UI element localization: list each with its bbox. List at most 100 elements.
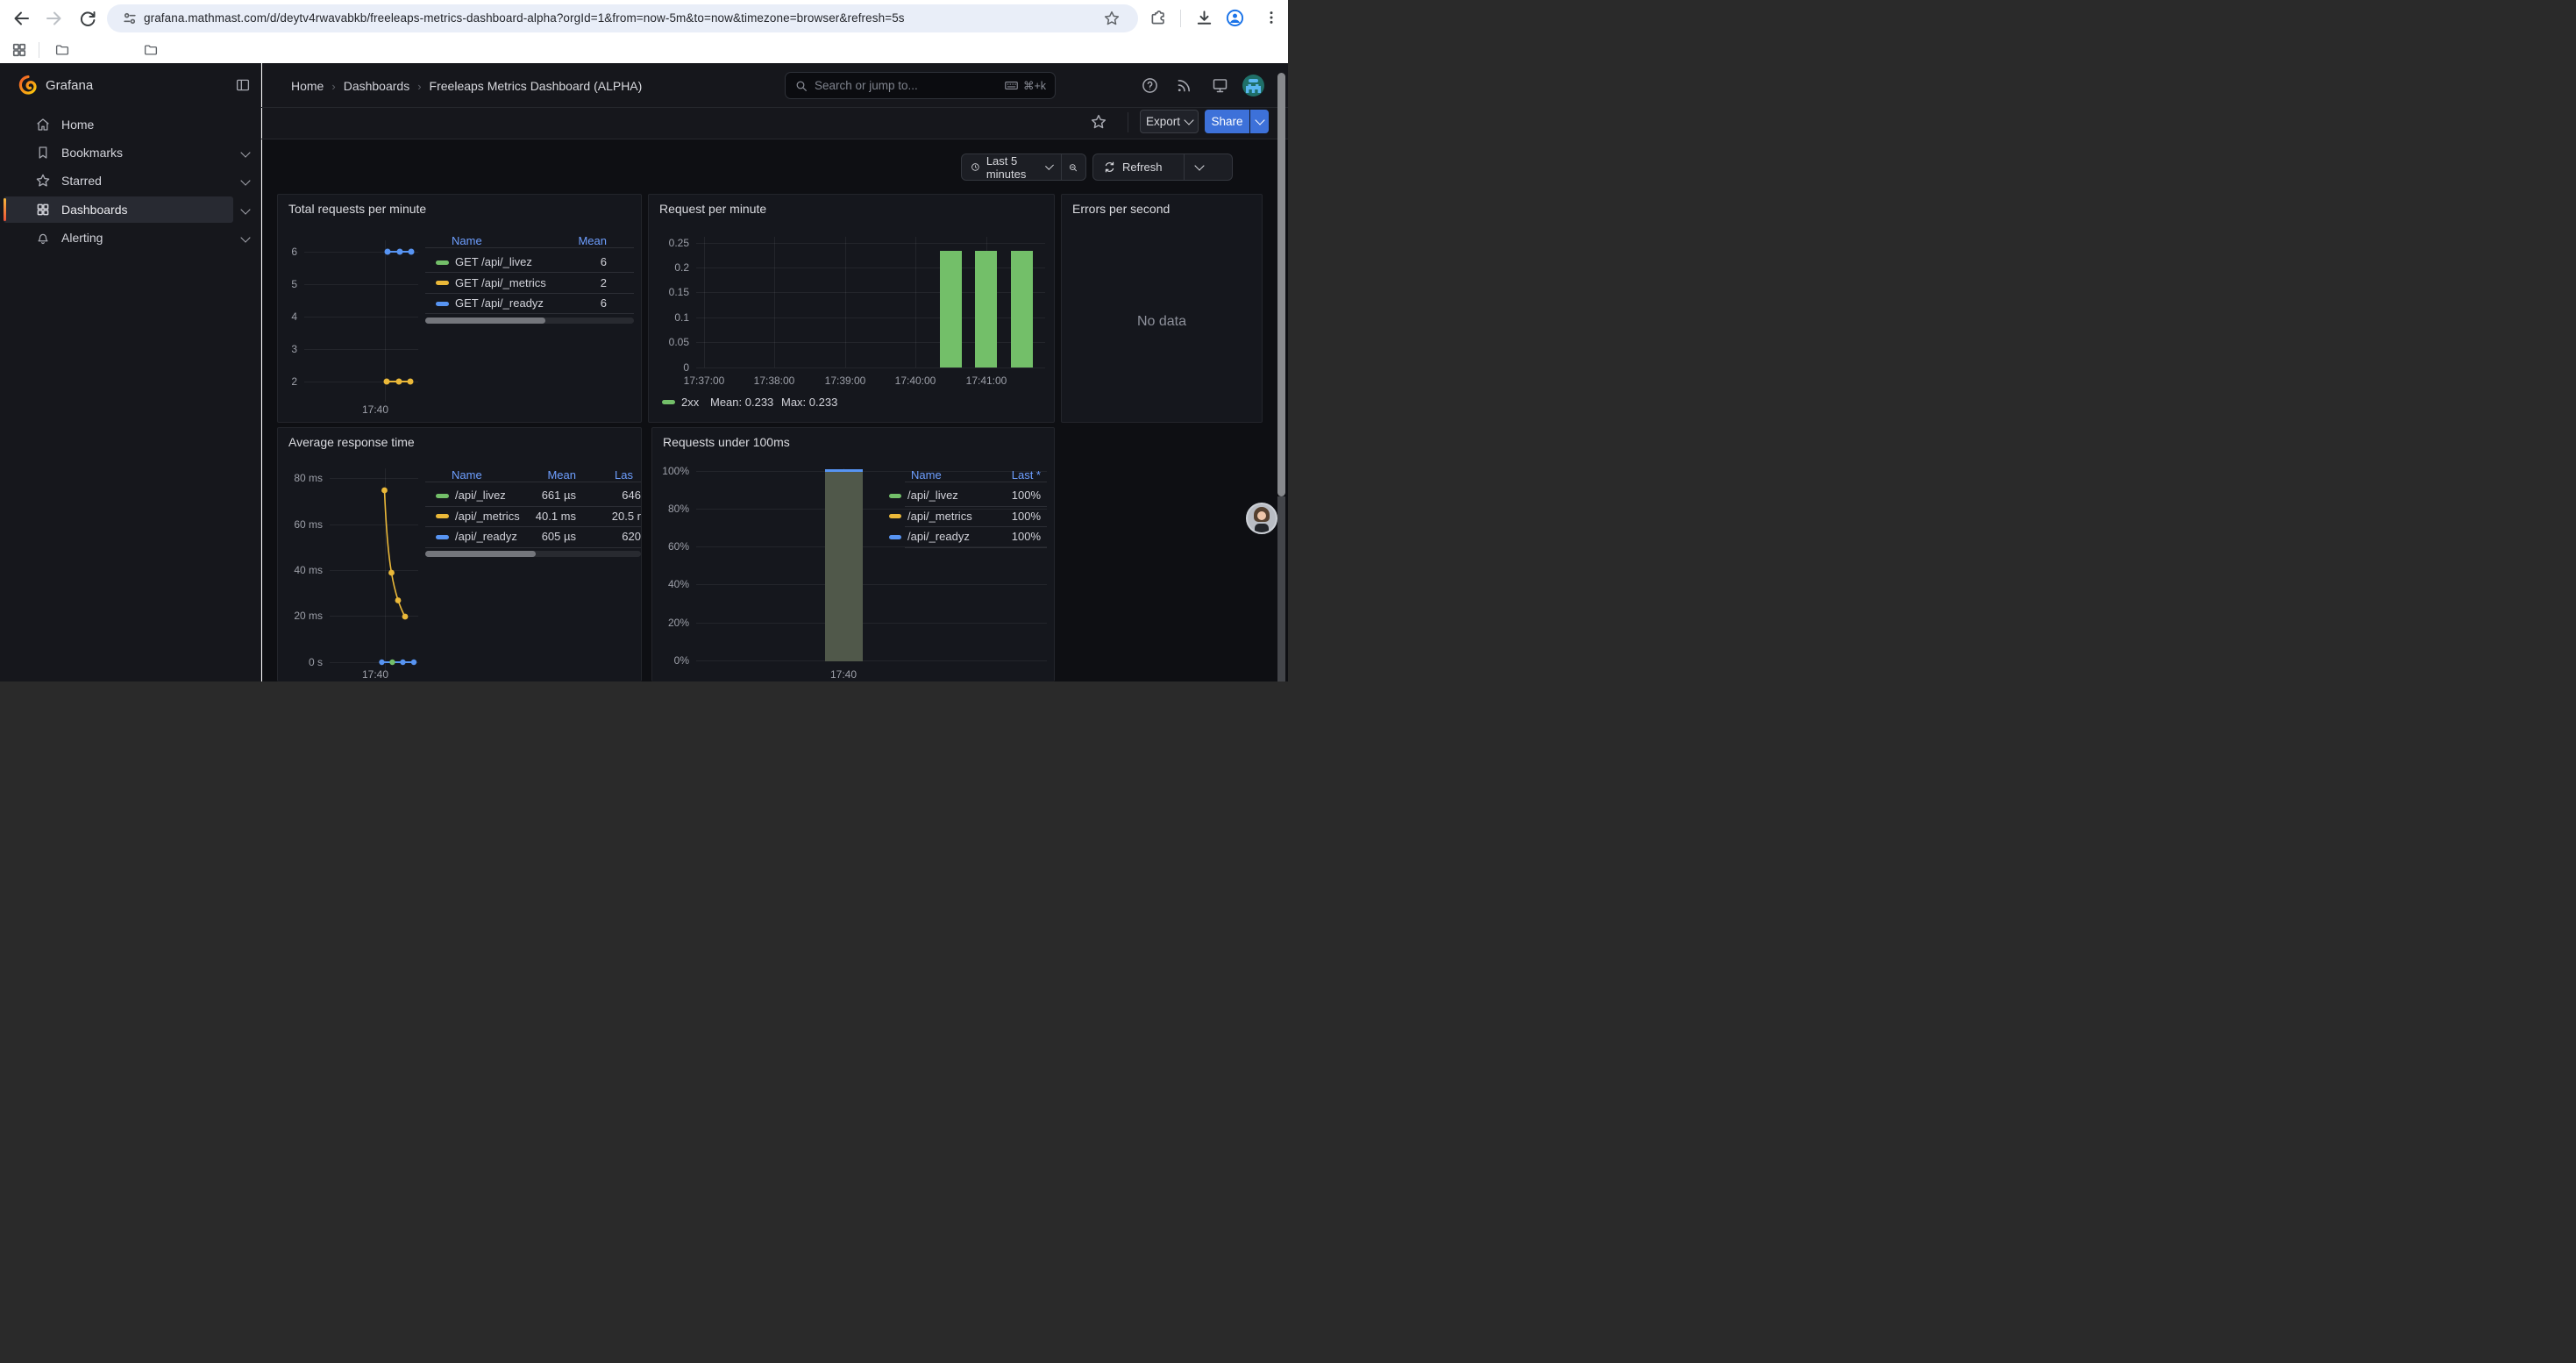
legend-name[interactable]: /api/_livez — [907, 489, 958, 503]
legend-header-name[interactable]: Name — [452, 234, 482, 248]
legend-series-name[interactable]: 2xx — [681, 396, 699, 410]
legend-divider — [905, 547, 1047, 548]
url-text[interactable]: grafana.mathmast.com/d/deytv4rwavabkb/fr… — [144, 11, 905, 25]
series-swatch[interactable] — [662, 400, 675, 404]
y-tick: 20% — [652, 616, 689, 630]
scrollbar-thumb[interactable] — [425, 318, 545, 324]
avatar-pixel-art — [1246, 84, 1261, 93]
gridline — [696, 584, 1047, 585]
series-swatch[interactable] — [889, 494, 901, 498]
url-bar[interactable]: grafana.mathmast.com/d/deytv4rwavabkb/fr… — [107, 4, 1138, 32]
sidebar-item-alerting[interactable]: Alerting — [4, 225, 233, 251]
legend-header-mean[interactable]: Mean — [519, 234, 607, 248]
active-indicator — [4, 198, 6, 221]
bar-2xx — [940, 251, 962, 368]
series-swatch[interactable] — [889, 535, 901, 539]
sidebar-item-dashboards[interactable]: Dashboards — [4, 196, 233, 223]
legend-scrollbar[interactable] — [425, 318, 634, 324]
avatar-shirt — [1255, 524, 1269, 532]
forward-icon[interactable] — [44, 8, 65, 29]
series-swatch[interactable] — [436, 535, 449, 539]
refresh-interval-dropdown[interactable] — [1194, 161, 1204, 170]
clock-icon — [971, 161, 980, 174]
legend-value: 6 — [519, 296, 607, 310]
zoom-out-icon[interactable] — [1068, 161, 1078, 175]
sidebar-item-bookmarks[interactable]: Bookmarks — [4, 139, 233, 166]
share-button[interactable]: Share — [1205, 110, 1249, 133]
profile-icon[interactable] — [1225, 8, 1245, 28]
toolbar-divider — [1180, 10, 1181, 27]
kiosk-monitor-icon[interactable] — [1211, 76, 1229, 95]
menu-dots-icon[interactable] — [1263, 9, 1280, 26]
panel-request-per-minute[interactable]: Request per minute 0.25 0.2 0.15 0.1 0.0… — [648, 194, 1055, 423]
bookmarks-bar: Freeleaps 收藏博客 — [0, 37, 1288, 63]
panel-title[interactable]: Request per minute — [659, 202, 766, 216]
keyboard-icon — [1004, 78, 1019, 93]
legend-header-mean[interactable]: Mean — [488, 468, 576, 482]
bookmark-icon — [35, 145, 51, 161]
series-swatch[interactable] — [436, 260, 449, 265]
search-placeholder: Search or jump to... — [815, 79, 998, 92]
gridline — [696, 660, 1047, 661]
panel-average-response-time[interactable]: Average response time 80 ms 60 ms 40 ms … — [277, 427, 642, 682]
help-icon[interactable] — [1141, 76, 1159, 95]
series-swatch[interactable] — [436, 302, 449, 306]
grafana-logo[interactable] — [18, 75, 38, 95]
series-swatch[interactable] — [436, 494, 449, 498]
scrollbar-thumb[interactable] — [425, 551, 536, 557]
back-icon[interactable] — [11, 8, 32, 29]
x-tick: 17:41:00 — [956, 374, 1017, 388]
legend-max: Max: 0.233 — [781, 396, 837, 410]
data-point — [397, 249, 403, 255]
legend-header-last[interactable]: Las — [615, 468, 633, 482]
panel-title[interactable]: Errors per second — [1072, 202, 1170, 216]
share-dropdown-button[interactable] — [1250, 110, 1269, 133]
user-avatar[interactable] — [1242, 75, 1264, 96]
download-icon[interactable] — [1194, 8, 1214, 28]
legend-header-name[interactable]: Name — [911, 468, 942, 482]
home-icon — [35, 117, 51, 132]
breadcrumb-dashboards[interactable]: Dashboards — [344, 79, 410, 93]
panel-title[interactable]: Total requests per minute — [288, 202, 426, 216]
news-rss-icon[interactable] — [1175, 76, 1193, 95]
panel-errors-per-second[interactable]: Errors per second No data — [1061, 194, 1263, 423]
legend-header-last[interactable]: Last * — [953, 468, 1041, 482]
page-scrollbar-thumb[interactable] — [1277, 73, 1285, 496]
extensions-icon[interactable] — [1149, 9, 1167, 27]
refresh-button[interactable]: Refresh — [1122, 161, 1163, 174]
export-button[interactable]: Export — [1140, 110, 1199, 133]
reload-icon[interactable] — [77, 8, 98, 29]
sidebar-item-home[interactable]: Home — [4, 111, 233, 138]
sidebar-item-starred[interactable]: Starred — [4, 168, 233, 194]
series-swatch[interactable] — [436, 281, 449, 285]
time-range-picker[interactable]: Last 5 minutes — [986, 154, 1040, 181]
gridline — [304, 317, 418, 318]
breadcrumb-home[interactable]: Home — [291, 79, 324, 93]
search-input[interactable]: Search or jump to... ⌘+k — [785, 72, 1056, 99]
panel-title[interactable]: Requests under 100ms — [663, 435, 790, 449]
gridline — [704, 237, 705, 368]
sidebar-toggle-icon[interactable] — [235, 77, 251, 93]
panel-total-requests-per-minute[interactable]: Total requests per minute 6 5 4 3 2 17:4… — [277, 194, 642, 423]
data-point — [396, 379, 402, 385]
bookmark-star-icon[interactable] — [1103, 10, 1121, 27]
site-settings-icon[interactable] — [121, 10, 139, 27]
legend-divider — [425, 547, 641, 548]
legend-header-name[interactable]: Name — [452, 468, 482, 482]
series-swatch[interactable] — [889, 514, 901, 518]
y-tick: 6 — [278, 245, 297, 259]
x-tick: 17:37:00 — [673, 374, 735, 388]
legend-value: 20.5 r — [608, 510, 641, 524]
gridline — [304, 284, 418, 285]
folder-icon — [54, 42, 70, 58]
series-swatch[interactable] — [436, 514, 449, 518]
legend-value: 100% — [953, 489, 1041, 503]
favorite-star-icon[interactable] — [1090, 113, 1107, 131]
chevron-down-icon[interactable] — [1045, 161, 1054, 170]
panel-requests-under-100ms[interactable]: Requests under 100ms 100% 80% 60% 40% 20… — [651, 427, 1055, 682]
apps-grid-icon[interactable] — [11, 41, 28, 59]
legend-value: 100% — [953, 530, 1041, 544]
legend-scrollbar[interactable] — [425, 551, 641, 557]
floating-assistant-avatar[interactable] — [1246, 503, 1277, 534]
scrollbar-track[interactable] — [1277, 496, 1285, 682]
